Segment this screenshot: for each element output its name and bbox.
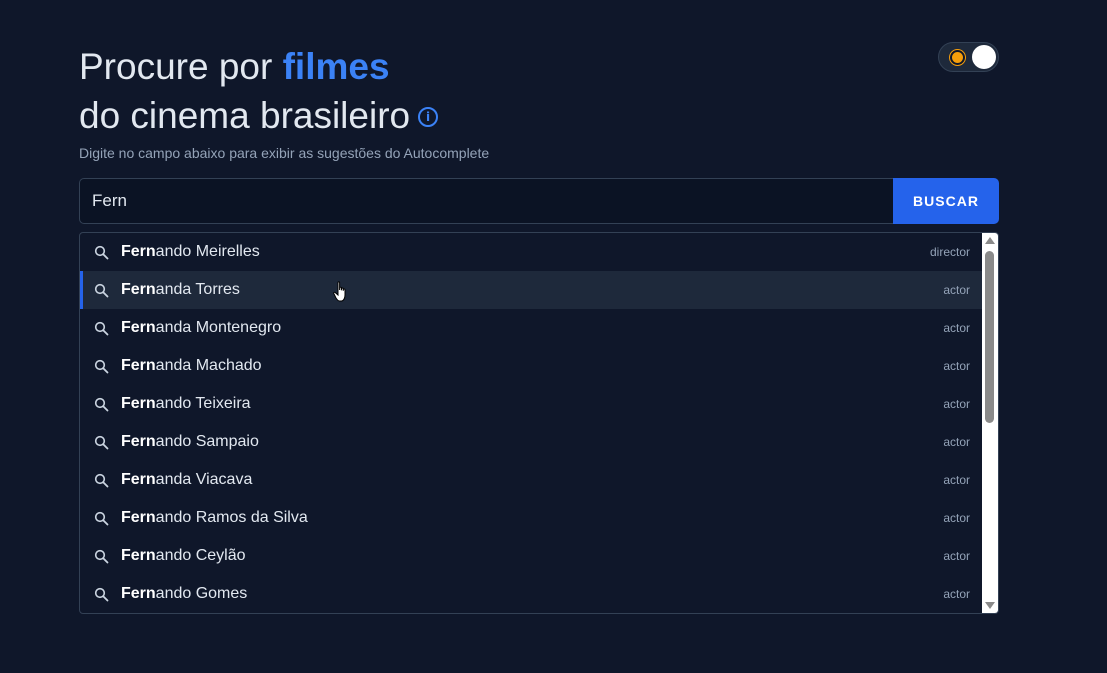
suggestion-match: Fern (121, 547, 156, 564)
suggestion-item[interactable]: Fernando Sampaio actor (80, 423, 984, 461)
suggestion-rest: ando Ceylão (155, 547, 246, 564)
title-line-2: do cinema brasileiro i (79, 91, 439, 140)
hand-cursor-icon (333, 281, 346, 302)
scroll-down-arrow-icon[interactable] (985, 602, 995, 609)
search-icon (94, 397, 109, 412)
suggestion-rest: ando Gomes (155, 585, 248, 602)
info-icon[interactable]: i (418, 106, 439, 127)
search-icon (94, 321, 109, 336)
search-icon (94, 511, 109, 526)
suggestion-item[interactable]: Fernando Ramos da Silva actor (80, 499, 984, 537)
autocomplete-dropdown: Fernando Meirelles director Fernanda Torre… (79, 232, 999, 614)
suggestion-name: Fernanda Montenegro (121, 319, 943, 337)
suggestion-item[interactable]: Fernanda Machado actor (80, 347, 984, 385)
sun-icon (952, 52, 963, 63)
title-accent: filmes (282, 46, 390, 87)
toggle-knob (972, 45, 996, 69)
subtitle: Digite no campo abaixo para exibir as su… (79, 145, 490, 161)
suggestion-role: actor (943, 359, 970, 373)
suggestion-name: Fernando Teixeira (121, 395, 943, 413)
suggestion-item[interactable]: Fernando Meirelles director (80, 233, 984, 271)
theme-toggle[interactable] (938, 42, 999, 72)
search-icon (94, 245, 109, 260)
search-icon (94, 435, 109, 450)
suggestion-role: actor (943, 435, 970, 449)
suggestion-match: Fern (121, 357, 156, 374)
search-icon (94, 359, 109, 374)
search-bar: BUSCAR (79, 178, 999, 224)
suggestion-role: actor (943, 397, 970, 411)
title-text: Procure por (79, 46, 283, 87)
suggestion-match: Fern (121, 509, 156, 526)
suggestion-role: actor (943, 283, 970, 297)
suggestion-rest: anda Torres (155, 281, 240, 298)
suggestion-rest: ando Sampaio (155, 433, 259, 450)
suggestion-name: Fernando Ramos da Silva (121, 509, 943, 527)
suggestion-rest: anda Machado (155, 357, 262, 374)
suggestion-role: actor (943, 473, 970, 487)
suggestion-item[interactable]: Fernando Teixeira actor (80, 385, 984, 423)
suggestion-role: actor (943, 587, 970, 601)
scrollbar[interactable] (982, 233, 998, 613)
search-button[interactable]: BUSCAR (893, 178, 999, 224)
suggestion-name: Fernanda Machado (121, 357, 943, 375)
suggestion-item[interactable]: Fernando Gomes actor (80, 575, 984, 613)
search-input[interactable] (79, 178, 893, 224)
suggestion-name: Fernanda Viacava (121, 471, 943, 489)
suggestion-rest: ando Ramos da Silva (155, 509, 308, 526)
suggestion-item[interactable]: Fernanda Viacava actor (80, 461, 984, 499)
suggestion-match: Fern (121, 433, 156, 450)
suggestion-name: Fernando Meirelles (121, 243, 930, 261)
suggestion-match: Fern (121, 281, 156, 298)
title-line-1: Procure por filmes (79, 42, 438, 91)
suggestion-name: Fernando Ceylão (121, 547, 943, 565)
search-icon (94, 549, 109, 564)
suggestion-match: Fern (121, 585, 156, 602)
suggestion-name: Fernando Gomes (121, 585, 943, 603)
suggestion-match: Fern (121, 243, 156, 260)
suggestion-match: Fern (121, 319, 156, 336)
suggestion-match: Fern (121, 471, 156, 488)
suggestion-role: actor (943, 321, 970, 335)
suggestion-role: actor (943, 549, 970, 563)
page: Procure por filmes do cinema brasileiro … (0, 0, 1107, 673)
suggestion-role: actor (943, 511, 970, 525)
suggestion-rest: ando Teixeira (155, 395, 251, 412)
suggestion-name: Fernando Sampaio (121, 433, 943, 451)
suggestion-item[interactable]: Fernando Ceylão actor (80, 537, 984, 575)
suggestion-rest: anda Montenegro (155, 319, 282, 336)
suggestion-rest: ando Meirelles (155, 243, 260, 260)
scroll-up-arrow-icon[interactable] (985, 237, 995, 244)
search-icon (94, 587, 109, 602)
suggestion-name: Fernanda Torres (121, 281, 943, 299)
suggestion-item[interactable]: Fernanda Torres actor (80, 271, 984, 309)
suggestion-rest: anda Viacava (155, 471, 253, 488)
suggestion-item[interactable]: Fernanda Montenegro actor (80, 309, 984, 347)
suggestion-list: Fernando Meirelles director Fernanda Torre… (80, 233, 984, 613)
suggestion-match: Fern (121, 395, 156, 412)
search-icon (94, 473, 109, 488)
search-icon (94, 283, 109, 298)
suggestion-role: director (929, 245, 970, 259)
scrollbar-thumb[interactable] (985, 251, 994, 423)
page-title: Procure por filmes do cinema brasileiro … (79, 42, 439, 140)
title-text-line2: do cinema brasileiro (79, 95, 411, 136)
